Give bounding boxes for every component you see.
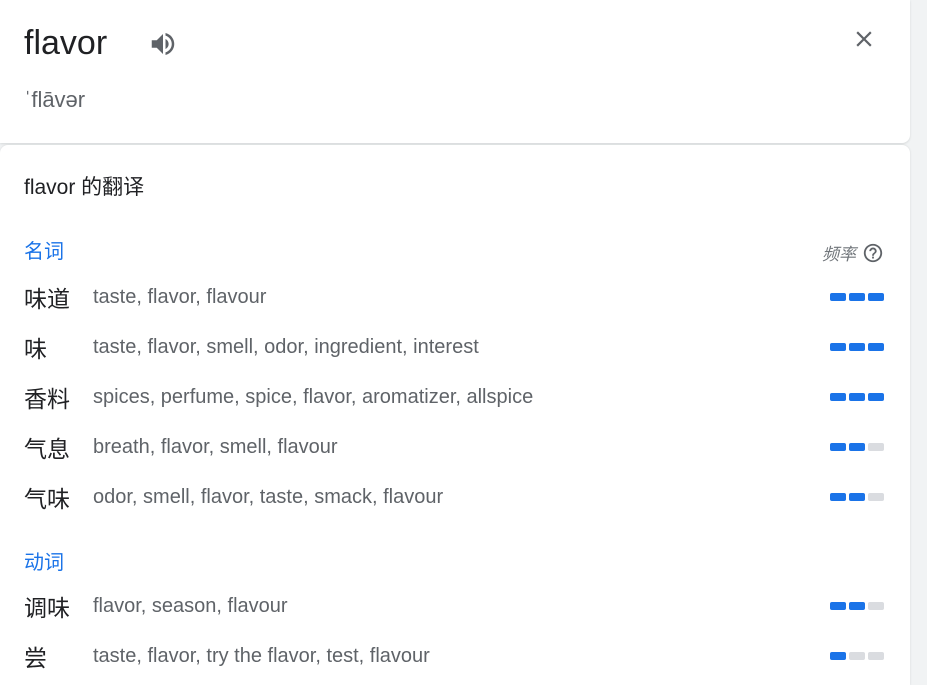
pos-label-noun: 名词 [24, 241, 64, 263]
frequency-indicator [830, 343, 884, 351]
frequency-bar [868, 393, 884, 401]
frequency-label: 频率 [822, 245, 856, 264]
translation-row[interactable]: 尝 taste, flavor, try the flavor, test, f… [24, 641, 884, 671]
frequency-bar [849, 602, 865, 610]
frequency-bar [849, 293, 865, 301]
translation-row[interactable]: 气息 breath, flavor, smell, flavour [24, 432, 884, 462]
help-circle-icon[interactable] [862, 242, 884, 264]
frequency-bar [849, 443, 865, 451]
frequency-bar [830, 602, 846, 610]
frequency-indicator [830, 443, 884, 451]
frequency-indicator [830, 602, 884, 610]
close-icon[interactable] [851, 26, 877, 52]
translation-synonyms: taste, flavor, smell, odor, ingredient, … [93, 335, 479, 358]
translations-title: flavor 的翻译 [24, 176, 145, 199]
translation-row[interactable]: 味 taste, flavor, smell, odor, ingredient… [24, 332, 884, 362]
frequency-bar [849, 652, 865, 660]
frequency-bar [830, 652, 846, 660]
frequency-bar [830, 293, 846, 301]
frequency-bar [868, 493, 884, 501]
translation-synonyms: taste, flavor, try the flavor, test, fla… [93, 644, 430, 667]
translation-row[interactable]: 气味 odor, smell, flavor, taste, smack, fl… [24, 482, 884, 512]
headword: flavor [24, 24, 108, 62]
frequency-bar [830, 443, 846, 451]
frequency-bar [849, 493, 865, 501]
translation-row[interactable]: 香料 spices, perfume, spice, flavor, aroma… [24, 382, 884, 412]
translation-synonyms: spices, perfume, spice, flavor, aromatiz… [93, 385, 534, 408]
translation-synonyms: odor, smell, flavor, taste, smack, flavo… [93, 485, 444, 508]
phonetic-transcription: ˈflāvər [24, 87, 86, 112]
frequency-indicator [830, 652, 884, 660]
frequency-bar [830, 393, 846, 401]
frequency-indicator [830, 293, 884, 301]
translation-term: 调味 [24, 595, 70, 621]
pos-label-verb: 动词 [24, 552, 64, 574]
frequency-indicator [830, 493, 884, 501]
translation-term: 味 [24, 336, 47, 362]
translation-term: 味道 [24, 286, 70, 312]
translation-synonyms: taste, flavor, flavour [93, 285, 267, 308]
frequency-bar [868, 652, 884, 660]
translation-synonyms: flavor, season, flavour [93, 594, 288, 617]
frequency-bar [849, 343, 865, 351]
frequency-bar [868, 293, 884, 301]
frequency-indicator [830, 393, 884, 401]
translation-term: 香料 [24, 386, 70, 412]
frequency-header: 频率 [822, 240, 884, 265]
translations-card: flavor 的翻译 名词 频率 味道 taste, flavor, flavo… [0, 145, 910, 685]
volume-up-icon[interactable] [147, 29, 179, 59]
translation-term: 气息 [24, 436, 70, 462]
frequency-bar [868, 343, 884, 351]
translation-term: 尝 [24, 645, 47, 671]
frequency-bar [868, 602, 884, 610]
frequency-bar [868, 443, 884, 451]
frequency-bar [830, 493, 846, 501]
translation-synonyms: breath, flavor, smell, flavour [93, 435, 338, 458]
translation-term: 气味 [24, 486, 70, 512]
word-header-card: flavor ˈflāvər [0, 0, 910, 143]
frequency-bar [849, 393, 865, 401]
translation-row[interactable]: 味道 taste, flavor, flavour [24, 282, 884, 312]
translation-row[interactable]: 调味 flavor, season, flavour [24, 591, 884, 621]
frequency-bar [830, 343, 846, 351]
